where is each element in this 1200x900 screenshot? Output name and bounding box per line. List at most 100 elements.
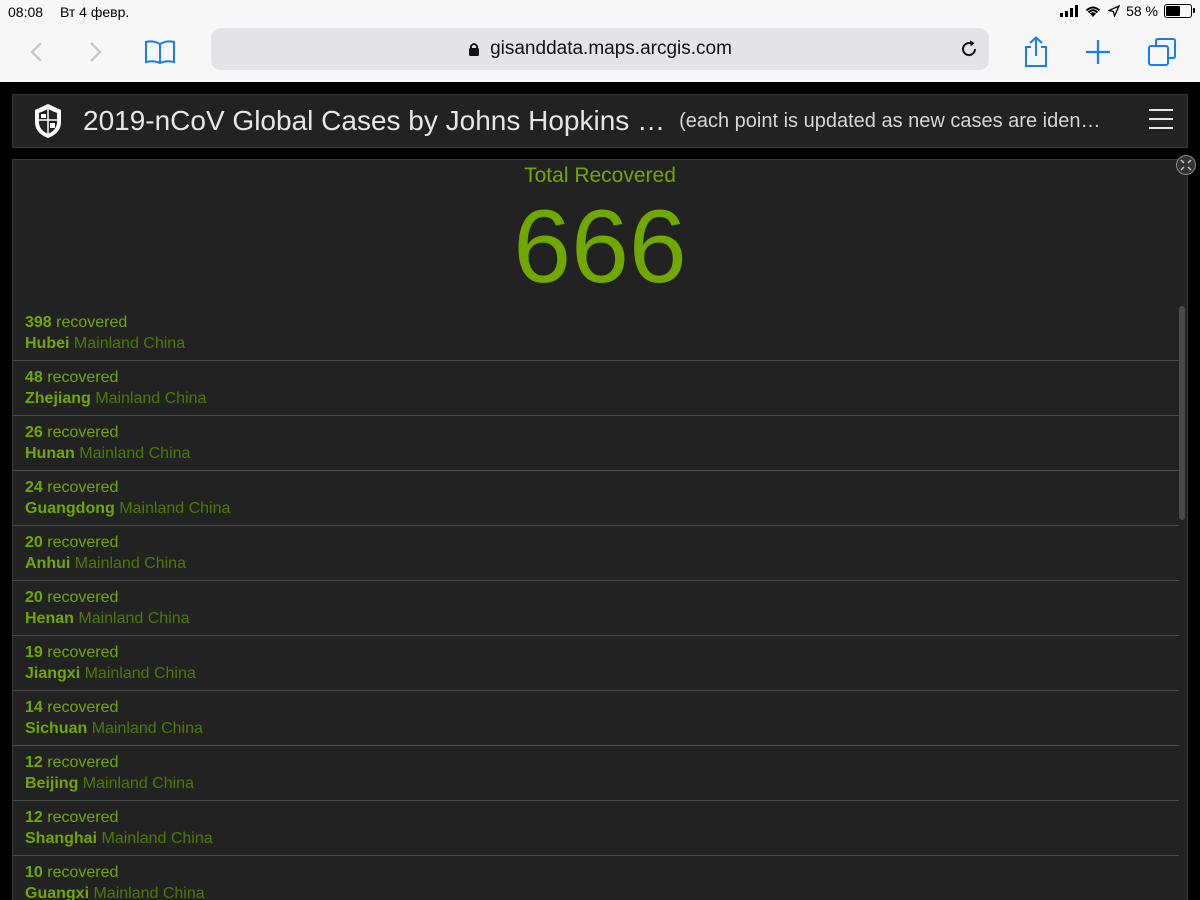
recovered-list[interactable]: 398 recovered Hubei Mainland China 48 reco…: [13, 306, 1179, 900]
list-item[interactable]: 20 recovered Anhui Mainland China: [13, 526, 1179, 581]
location-line: Zhejiang Mainland China: [25, 388, 1179, 409]
tabs-icon: [1148, 38, 1176, 66]
dashboard-title: 2019-nCoV Global Cases by Johns Hopkins …: [83, 105, 666, 136]
region-name: Zhejiang: [25, 390, 91, 407]
bookmarks-button[interactable]: [142, 34, 178, 70]
back-button[interactable]: [18, 34, 54, 70]
location-line: Beijing Mainland China: [25, 773, 1179, 794]
recovered-count: 20: [25, 534, 43, 551]
region-name: Henan: [25, 610, 74, 627]
country-name: Mainland China: [84, 665, 196, 682]
recovered-label: recovered: [47, 424, 119, 441]
jhu-shield-logo: [35, 104, 61, 138]
list-item[interactable]: 24 recovered Guangdong Mainland China: [13, 471, 1179, 526]
country-name: Mainland China: [73, 335, 186, 352]
list-item[interactable]: 12 recovered Shanghai Mainland China: [13, 801, 1179, 856]
recovered-count: 20: [25, 589, 43, 606]
location-line: Jiangxi Mainland China: [25, 663, 1179, 684]
recovered-count: 398: [25, 314, 52, 331]
country-name: Mainland China: [91, 720, 203, 737]
list-item[interactable]: 26 recovered Hunan Mainland China: [13, 416, 1179, 471]
expand-icon: [1180, 159, 1192, 171]
recovered-label: recovered: [47, 809, 119, 826]
recovered-line: 12 recovered: [25, 808, 1179, 828]
recovered-count: 12: [25, 809, 43, 826]
region-name: Shanghai: [25, 830, 98, 847]
region-name: Hubei: [25, 335, 70, 352]
book-icon: [145, 40, 175, 65]
plus-icon: [1086, 40, 1110, 64]
recovered-line: 24 recovered: [25, 478, 1179, 498]
list-item[interactable]: 48 recovered Zhejiang Mainland China: [13, 361, 1179, 416]
list-item[interactable]: 10 recovered Guangxi Mainland China: [13, 856, 1179, 900]
list-item[interactable]: 19 recovered Jiangxi Mainland China: [13, 636, 1179, 691]
recovered-label: recovered: [47, 699, 119, 716]
location-line: Anhui Mainland China: [25, 553, 1179, 574]
menu-bar: [1149, 118, 1173, 120]
country-name: Mainland China: [78, 610, 190, 627]
list-item[interactable]: 12 recovered Beijing Mainland China: [13, 746, 1179, 801]
reload-icon: [962, 40, 977, 57]
status-date: Вт 4 февр.: [60, 4, 130, 20]
location-line: Guangxi Mainland China: [25, 883, 1179, 900]
recovered-label: recovered: [47, 534, 119, 551]
recovered-count: 19: [25, 644, 43, 661]
share-button[interactable]: [1018, 34, 1054, 70]
recovered-count: 12: [25, 754, 43, 771]
menu-bar: [1149, 109, 1173, 111]
recovered-label: recovered: [47, 754, 119, 771]
region-name: Sichuan: [25, 720, 88, 737]
battery-fill: [1166, 6, 1180, 16]
country-name: Mainland China: [82, 775, 194, 792]
total-recovered-count: 666: [513, 189, 687, 305]
recovered-line: 20 recovered: [25, 533, 1179, 553]
reload-button[interactable]: [957, 37, 981, 61]
recovered-label: recovered: [47, 589, 119, 606]
region-name: Jiangxi: [25, 665, 81, 682]
hamburger-menu-button[interactable]: [1149, 109, 1173, 131]
recovered-line: 12 recovered: [25, 753, 1179, 773]
list-item[interactable]: 20 recovered Henan Mainland China: [13, 581, 1179, 636]
battery-icon: [1164, 4, 1195, 18]
chevron-left-icon: [30, 42, 42, 62]
recovered-label: recovered: [56, 314, 128, 331]
status-bar: 08:08 Вт 4 февр. 58 %: [0, 0, 1200, 24]
recovered-label: recovered: [47, 369, 119, 386]
country-name: Mainland China: [95, 390, 207, 407]
recovered-line: 48 recovered: [25, 368, 1179, 388]
recovered-line: 20 recovered: [25, 588, 1179, 608]
location-line: Henan Mainland China: [25, 608, 1179, 629]
new-tab-button[interactable]: [1080, 34, 1116, 70]
status-icons: 58 %: [1060, 3, 1195, 19]
forward-button[interactable]: [78, 34, 114, 70]
menu-bar: [1149, 127, 1173, 129]
list-item[interactable]: 398 recovered Hubei Mainland China: [13, 306, 1179, 361]
safari-chrome: 08:08 Вт 4 февр. 58 % gisanddata.maps.ar…: [0, 0, 1200, 82]
recovered-count: 10: [25, 864, 43, 881]
recovered-count: 26: [25, 424, 43, 441]
list-item[interactable]: 14 recovered Sichuan Mainland China: [13, 691, 1179, 746]
recovered-line: 19 recovered: [25, 643, 1179, 663]
location-line: Hunan Mainland China: [25, 443, 1179, 464]
tabs-overview-button[interactable]: [1144, 34, 1180, 70]
location-arrow-icon: [1108, 5, 1121, 17]
url-text: gisanddata.maps.arcgis.com: [490, 38, 732, 59]
recovered-count: 48: [25, 369, 43, 386]
list-scrollbar[interactable]: [1179, 306, 1185, 520]
wifi-icon: [1085, 6, 1101, 17]
expand-panel-button[interactable]: [1176, 155, 1196, 175]
lock-icon: [469, 43, 480, 56]
total-recovered-panel: Total Recovered 666 398 recovered Hubei M…: [12, 159, 1188, 900]
country-name: Mainland China: [101, 830, 213, 847]
chevron-right-icon: [90, 42, 102, 62]
recovered-line: 10 recovered: [25, 863, 1179, 883]
country-name: Mainland China: [74, 555, 186, 572]
country-name: Mainland China: [93, 885, 205, 900]
recovered-count: 14: [25, 699, 43, 716]
country-name: Mainland China: [79, 445, 191, 462]
address-bar[interactable]: gisanddata.maps.arcgis.com: [211, 28, 989, 70]
region-name: Beijing: [25, 775, 79, 792]
dashboard-subtitle: (each point is updated as new cases are …: [679, 109, 1101, 132]
recovered-count: 24: [25, 479, 43, 496]
battery-percent: 58 %: [1126, 3, 1158, 19]
